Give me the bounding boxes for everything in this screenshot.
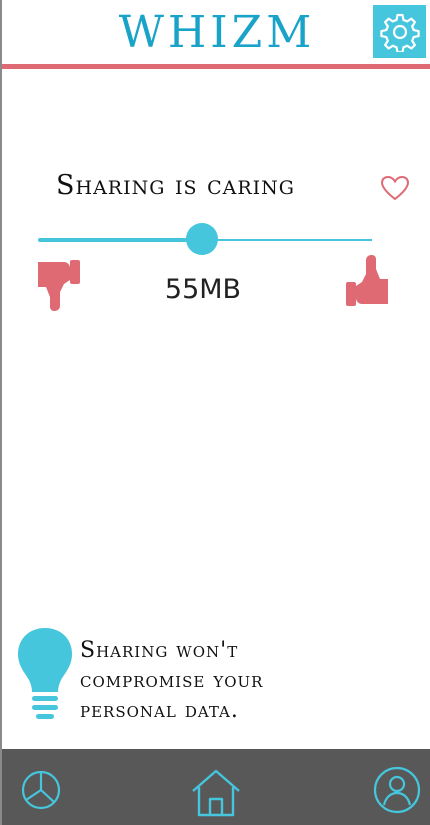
app-title: WHIZM [118, 7, 316, 58]
tip-line: compromise your [80, 668, 264, 693]
home-icon[interactable] [190, 767, 242, 819]
privacy-tip: Sharing won't compromise your personal d… [14, 624, 424, 734]
bottom-nav [2, 749, 430, 825]
tip-line: personal data. [80, 698, 239, 723]
sharing-slider[interactable] [38, 222, 372, 258]
gear-icon [379, 13, 420, 52]
tip-line: Sharing won't [80, 638, 239, 663]
thumbs-up-icon[interactable] [344, 252, 390, 308]
tip-text: Sharing won't compromise your personal d… [80, 636, 420, 726]
slider-thumb[interactable] [186, 223, 218, 255]
lightbulb-icon [18, 628, 72, 719]
sharing-title: Sharing is caring [56, 170, 295, 201]
app-header: WHIZM [2, 0, 430, 69]
slider-fill [38, 238, 202, 242]
app-screen: WHIZM Sharing is caring 55MB Sharing won… [0, 0, 430, 825]
user-icon[interactable] [372, 765, 422, 815]
settings-button[interactable] [373, 5, 426, 58]
pie-chart-icon[interactable] [20, 769, 62, 811]
heart-icon[interactable] [380, 175, 410, 201]
header-divider [2, 64, 430, 69]
